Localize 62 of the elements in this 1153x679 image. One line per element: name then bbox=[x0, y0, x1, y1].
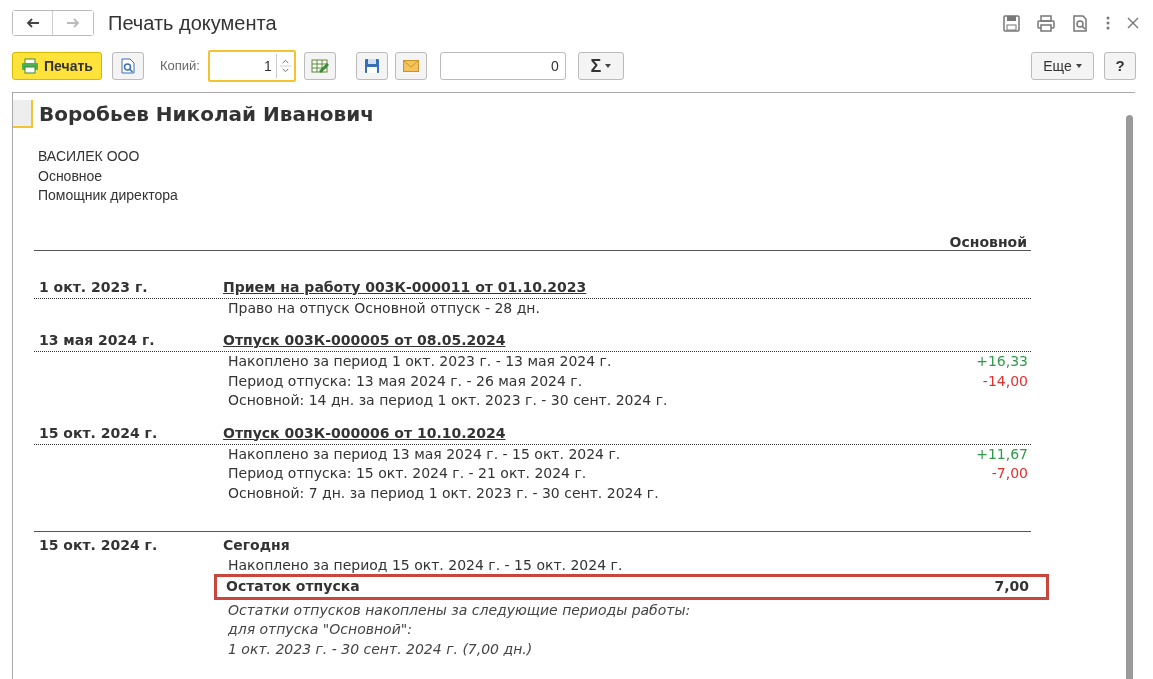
sum-menu-button[interactable]: Σ bbox=[577, 52, 624, 80]
forward-arrow-icon bbox=[66, 18, 80, 28]
scrollbar-thumb[interactable] bbox=[1126, 115, 1133, 679]
table-edit-button[interactable] bbox=[303, 52, 336, 80]
event-detail: Период отпуска: 15 окт. 2024 г. - 21 окт. 2024 г. bbox=[228, 464, 587, 484]
window-title: Печать документа bbox=[108, 11, 277, 36]
event-detail: Право на отпуск Основной отпуск - 28 дн. bbox=[228, 298, 540, 318]
save-button[interactable] bbox=[355, 52, 388, 80]
document-link[interactable]: Отпуск 003К-000005 от 08.05.2024 bbox=[223, 330, 506, 351]
help-button[interactable]: ? bbox=[1104, 52, 1136, 80]
back-arrow-icon bbox=[25, 18, 40, 28]
email-button[interactable] bbox=[394, 52, 427, 80]
sum-field[interactable]: 0 bbox=[439, 52, 566, 80]
more-button[interactable]: Еще bbox=[1031, 52, 1094, 80]
save-icon[interactable] bbox=[1003, 14, 1020, 32]
event-detail: Основной: 7 дн. за период 1 окт. 2023 г. - 30 сент. 2024 г. bbox=[228, 483, 659, 503]
copies-spin-field[interactable]: 1 bbox=[207, 50, 296, 82]
spin-arrows-icon[interactable] bbox=[275, 54, 294, 78]
note-line: 1 окт. 2023 г. - 30 сент. 2024 г. (7,00 дн.) bbox=[227, 639, 534, 658]
event-detail: Накоплено за период 13 мая 2024 г. - 15 окт. 2024 г. bbox=[228, 444, 621, 464]
event-detail: Накоплено за период 15 окт. 2024 г. - 15 окт. 2024 г. bbox=[228, 556, 623, 576]
caret-icon bbox=[605, 64, 612, 68]
balance-change: +16,33 bbox=[976, 352, 1028, 372]
balance-change: -14,00 bbox=[982, 371, 1028, 391]
remainder-value: 7,00 bbox=[994, 577, 1030, 596]
envelope-icon bbox=[402, 60, 419, 72]
save-icon bbox=[363, 58, 380, 74]
event-date: 13 мая 2024 г. bbox=[38, 331, 156, 350]
balance-change: +11,67 bbox=[976, 444, 1028, 464]
cell-marker bbox=[13, 100, 33, 128]
sum-value: 0 bbox=[551, 56, 559, 76]
printer-icon bbox=[21, 58, 39, 74]
event-date: 15 окт. 2024 г. bbox=[38, 423, 159, 443]
note-line: Остатки отпусков накоплены за следующие периоды работы: bbox=[227, 600, 692, 619]
employee-name: Воробьев Николай Иванович bbox=[39, 101, 374, 128]
event-date: 15 окт. 2024 г. bbox=[38, 536, 159, 555]
employee-detail: Основное bbox=[38, 166, 104, 185]
print-button[interactable]: Печать bbox=[12, 52, 102, 80]
employee-detail: ВАСИЛЕК ООО bbox=[38, 147, 141, 166]
event-detail: Основной: 14 дн. за период 1 окт. 2023 г. - 30 сент. 2024 г. bbox=[228, 391, 668, 411]
copies-value: 1 bbox=[263, 56, 273, 76]
remainder-label: Остаток отпуска bbox=[226, 577, 360, 596]
more-vertical-icon[interactable] bbox=[1106, 16, 1110, 30]
preview-icon[interactable] bbox=[1072, 14, 1089, 32]
printer-icon[interactable] bbox=[1037, 14, 1055, 32]
employee-detail: Помощник директора bbox=[38, 186, 179, 205]
preview-icon bbox=[120, 58, 135, 74]
preview-button[interactable] bbox=[111, 52, 144, 80]
note-line: для отпуска "Основной": bbox=[227, 620, 413, 639]
event-date: 1 окт. 2023 г. bbox=[38, 277, 149, 297]
back-button[interactable] bbox=[13, 11, 53, 35]
balance-change: -7,00 bbox=[991, 464, 1028, 484]
close-icon[interactable] bbox=[1127, 17, 1139, 29]
copies-label: Копий: bbox=[159, 57, 200, 76]
document-link[interactable]: Отпуск 003К-000006 от 10.10.2024 bbox=[223, 422, 506, 444]
event-detail: Период отпуска: 13 мая 2024 г. - 26 мая 2024 г. bbox=[228, 371, 583, 391]
column-header: Основной bbox=[949, 232, 1027, 252]
table-edit-icon bbox=[310, 58, 329, 74]
document-link[interactable]: Прием на работу 003К-000011 от 01.10.2023 bbox=[223, 276, 587, 298]
event-title: Сегодня bbox=[223, 536, 290, 555]
event-detail: Накоплено за период 1 окт. 2023 г. - 13 мая 2024 г. bbox=[228, 352, 612, 372]
caret-icon bbox=[1075, 64, 1082, 68]
